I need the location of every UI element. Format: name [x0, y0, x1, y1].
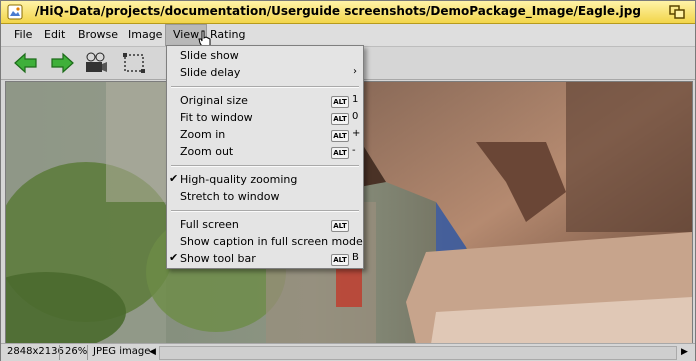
- selection-rectangle-icon[interactable]: [121, 51, 147, 75]
- menu-item-show-tool-bar[interactable]: ✔ Show tool bar ALT B: [167, 251, 363, 268]
- shortcut-key: 1: [352, 94, 359, 105]
- arrow-right-icon[interactable]: [49, 51, 75, 75]
- shortcut-key: -: [352, 145, 356, 156]
- title-bar[interactable]: /HiQ-Data/projects/documentation/Usergui…: [1, 1, 695, 24]
- menu-divider: [171, 210, 359, 212]
- menu-item-slide-show[interactable]: Slide show: [167, 48, 363, 65]
- menu-item-label: Show tool bar: [180, 252, 256, 265]
- alt-key-badge: ALT: [331, 254, 349, 266]
- shortcut-key: 0: [352, 111, 359, 122]
- scroll-left-icon[interactable]: ◀: [147, 346, 158, 358]
- menu-edit[interactable]: Edit: [37, 24, 72, 46]
- menu-item-show-caption[interactable]: Show caption in full screen mode: [167, 234, 363, 251]
- menu-item-label: Fit to window: [180, 111, 253, 124]
- menu-item-original-size[interactable]: Original size ALT 1: [167, 93, 363, 110]
- menu-item-label: Original size: [180, 94, 248, 107]
- status-bar: 2848x2136 26% JPEG image ◀ ▶: [1, 343, 695, 361]
- alt-key-badge: ALT: [331, 130, 349, 142]
- view-menu-dropdown: Slide show Slide delay › Original size A…: [166, 45, 364, 269]
- checkmark-icon: ✔: [169, 251, 179, 264]
- window-title: /HiQ-Data/projects/documentation/Usergui…: [35, 4, 641, 18]
- arrow-left-icon[interactable]: [13, 51, 39, 75]
- menu-item-high-quality-zooming[interactable]: ✔ High-quality zooming: [167, 172, 363, 189]
- menu-item-full-screen[interactable]: Full screen ALT: [167, 217, 363, 234]
- zoom-level: 26%: [65, 346, 88, 357]
- image-viewer-window: /HiQ-Data/projects/documentation/Usergui…: [0, 0, 696, 361]
- alt-key-badge: ALT: [331, 96, 349, 108]
- alt-key-badge: ALT: [331, 113, 349, 125]
- menu-item-label: Full screen: [180, 218, 239, 231]
- submenu-arrow-icon: ›: [353, 66, 357, 77]
- image-type: JPEG image: [93, 346, 151, 357]
- menu-item-slide-delay[interactable]: Slide delay ›: [167, 65, 363, 82]
- menu-divider: [171, 86, 359, 88]
- menu-item-stretch-to-window[interactable]: Stretch to window: [167, 189, 363, 206]
- menu-item-label: Slide show: [180, 49, 239, 62]
- image-dimensions: 2848x2136: [7, 346, 64, 357]
- checkmark-icon: ✔: [169, 172, 179, 185]
- app-icon: [7, 4, 23, 20]
- menu-item-zoom-out[interactable]: Zoom out ALT -: [167, 144, 363, 161]
- status-separator: [87, 345, 88, 360]
- menu-divider: [171, 165, 359, 167]
- menu-bar: File Edit Browse Image View Rating: [1, 24, 695, 49]
- slideshow-projector-icon[interactable]: [83, 51, 109, 75]
- menu-file[interactable]: File: [7, 24, 39, 46]
- menu-item-zoom-in[interactable]: Zoom in ALT +: [167, 127, 363, 144]
- alt-key-badge: ALT: [331, 220, 349, 232]
- alt-key-badge: ALT: [331, 147, 349, 159]
- status-separator: [59, 345, 60, 360]
- menu-item-label: Zoom out: [180, 145, 234, 158]
- menu-image[interactable]: Image: [121, 24, 169, 46]
- shortcut-key: B: [352, 252, 359, 263]
- scroll-right-icon[interactable]: ▶: [679, 346, 690, 358]
- menu-item-label: High-quality zooming: [180, 173, 298, 186]
- menu-item-label: Show caption in full screen mode: [180, 235, 363, 248]
- menu-item-label: Stretch to window: [180, 190, 280, 203]
- shortcut-key: +: [352, 128, 361, 139]
- menu-item-fit-to-window[interactable]: Fit to window ALT 0: [167, 110, 363, 127]
- horizontal-scrollbar[interactable]: [159, 346, 677, 360]
- maximize-icon[interactable]: [669, 5, 685, 19]
- menu-item-label: Zoom in: [180, 128, 226, 141]
- menu-browse[interactable]: Browse: [71, 24, 125, 46]
- menu-item-label: Slide delay: [180, 66, 241, 79]
